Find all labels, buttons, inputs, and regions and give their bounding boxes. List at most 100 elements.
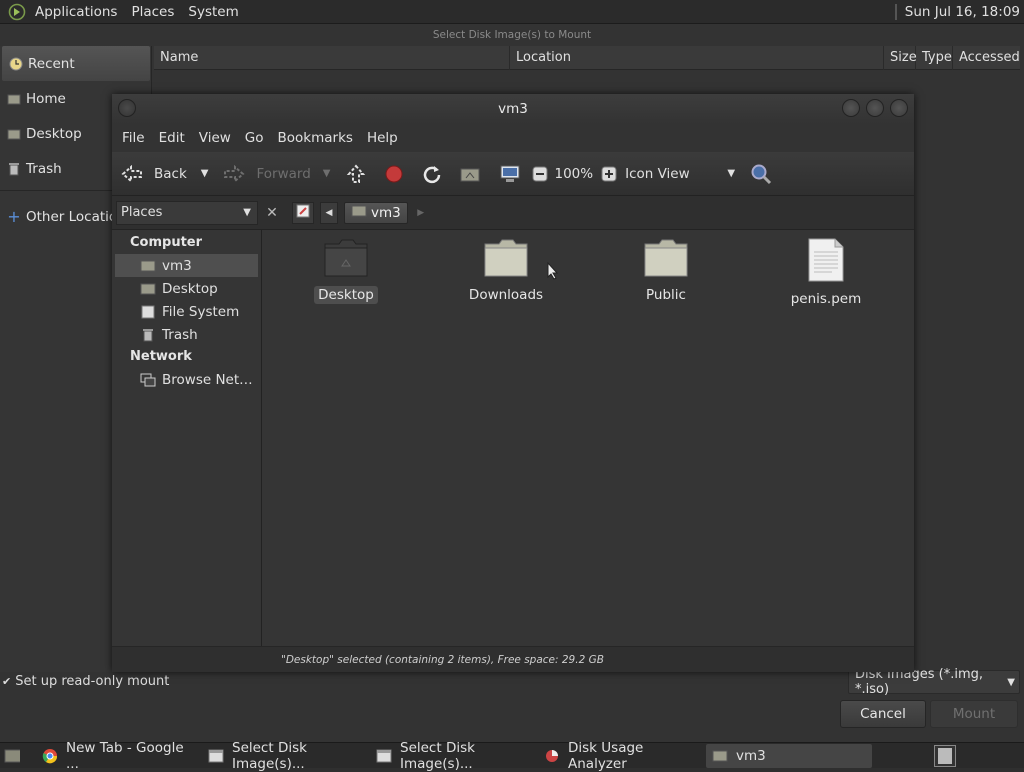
column-accessed[interactable]: Accessed (953, 46, 1020, 70)
search-button[interactable] (749, 158, 773, 190)
file-type-filter[interactable]: Disk Images (*.img, *.iso) ▼ (848, 667, 1020, 697)
maximize-button[interactable] (866, 99, 884, 117)
path-scroll-right-button[interactable]: ▶ (414, 208, 428, 218)
computer-button[interactable] (498, 158, 522, 190)
plus-icon: + (7, 207, 21, 226)
system-menu[interactable]: System (181, 4, 245, 20)
sidebar-item-label: Recent (28, 55, 75, 72)
back-label: Back (154, 165, 187, 182)
desktop-folder-icon (140, 281, 156, 297)
file-item-label: Downloads (468, 287, 544, 303)
menu-file[interactable]: File (115, 130, 152, 146)
forward-button[interactable]: Forward (222, 158, 311, 190)
stop-button[interactable] (382, 158, 406, 190)
sidebar-item-browse-network[interactable]: Browse Net… (112, 368, 261, 391)
workspace-switcher[interactable] (934, 744, 956, 767)
file-item-desktop[interactable]: Desktop (286, 238, 406, 304)
drive-icon (140, 304, 156, 320)
column-location[interactable]: Location (510, 45, 884, 70)
places-menu[interactable]: Places (124, 4, 181, 20)
status-bar: "Desktop" selected (containing 2 items),… (112, 646, 914, 672)
menu-edit[interactable]: Edit (152, 130, 192, 146)
path-scroll-left-button[interactable]: ◀ (320, 201, 338, 224)
edit-location-button[interactable] (292, 201, 314, 224)
toolbar: Back ▼ Forward ▼ 100% Icon View ▼ (112, 152, 914, 196)
sidebar-item-label: Browse Net… (162, 371, 253, 388)
workspace-1[interactable] (938, 747, 952, 764)
chevron-down-icon: ▼ (322, 168, 331, 179)
taskbar: New Tab - Google ... Select Disk Image(s… (0, 740, 1024, 772)
zoom-in-button[interactable] (597, 158, 621, 190)
readonly-checkbox[interactable]: ✔ Set up read-only mount (2, 674, 169, 689)
file-item-label: Desktop (314, 286, 378, 304)
task-vm3[interactable]: vm3 (706, 743, 872, 768)
view-mode-value: Icon View (625, 165, 690, 182)
sidebar-item-trash[interactable]: Trash (112, 323, 261, 346)
sidebar-item-label: Desktop (26, 125, 82, 142)
file-view[interactable]: Desktop Downloads Public penis.pem (262, 230, 914, 646)
search-icon (749, 162, 773, 186)
show-desktop-button[interactable] (0, 744, 24, 768)
breadcrumb-vm3[interactable]: vm3 (344, 201, 408, 224)
home-folder-icon (712, 748, 728, 764)
zoom-level[interactable]: 100% (554, 158, 593, 190)
zoom-out-button[interactable] (528, 158, 552, 190)
sidebar-item-label: Desktop (162, 280, 218, 297)
window-titlebar[interactable]: vm3 (112, 94, 914, 124)
window-title: vm3 (498, 101, 528, 117)
column-size[interactable]: Size (884, 45, 917, 70)
sidebar-item-label: File System (162, 303, 240, 320)
close-sidebar-icon[interactable]: ✕ (262, 203, 282, 223)
reload-button[interactable] (420, 158, 444, 190)
menu-view[interactable]: View (192, 130, 238, 146)
pencil-icon (296, 204, 310, 222)
window-menu-icon[interactable] (118, 99, 136, 117)
back-history-dropdown[interactable]: ▼ (201, 158, 209, 190)
home-folder-icon (458, 162, 482, 186)
top-panel: Applications Places System Sun Jul 16, 1… (0, 0, 1024, 24)
task-select-disk-image-1[interactable]: Select Disk Image(s)... (202, 740, 370, 772)
file-item-penis-pem[interactable]: penis.pem (766, 238, 886, 308)
forward-history-dropdown[interactable]: ▼ (323, 158, 331, 190)
home-folder-icon (6, 91, 22, 107)
up-arrow-icon (344, 162, 368, 186)
task-select-disk-image-2[interactable]: Select Disk Image(s)... (370, 740, 538, 772)
text-file-icon (807, 238, 845, 286)
column-name[interactable]: Name (154, 45, 510, 70)
up-button[interactable] (344, 158, 368, 190)
chevron-down-icon: ▼ (1007, 676, 1015, 688)
sidebar-type-select[interactable]: Places ▼ (116, 200, 258, 225)
back-button[interactable]: Back (120, 158, 187, 190)
file-list-header: Name Location Size Type Accessed (154, 45, 1020, 70)
dialog-title: Select Disk Image(s) to Mount (432, 29, 592, 41)
task-disk-usage-analyzer[interactable]: Disk Usage Analyzer (538, 740, 706, 772)
sidebar-item-vm3[interactable]: vm3 (115, 254, 258, 277)
menu-help[interactable]: Help (360, 130, 405, 146)
main-menu-logo-icon[interactable] (6, 1, 28, 23)
applications-menu[interactable]: Applications (28, 4, 124, 20)
clock-icon (8, 56, 24, 72)
sidebar-item-desktop[interactable]: Desktop (112, 277, 261, 300)
home-button[interactable] (458, 158, 482, 190)
readonly-label: Set up read-only mount (15, 674, 170, 689)
menu-go[interactable]: Go (238, 130, 271, 146)
reload-icon (420, 162, 444, 186)
task-label: Select Disk Image(s)... (232, 739, 307, 772)
task-label: New Tab - Google ... (66, 739, 184, 772)
task-chrome[interactable]: New Tab - Google ... (36, 740, 202, 772)
clock[interactable]: Sun Jul 16, 18:09 (894, 0, 1020, 24)
location-bar: Places ▼ ✕ ◀ vm3 ▶ (112, 196, 914, 230)
mount-button[interactable]: Mount (930, 700, 1018, 728)
cancel-button[interactable]: Cancel (840, 700, 926, 728)
close-button[interactable] (890, 99, 908, 117)
sidebar-item-recent[interactable]: Recent (2, 46, 150, 81)
column-type[interactable]: Type (916, 45, 953, 70)
chevron-down-icon: ▼ (243, 207, 251, 218)
file-item-public[interactable]: Public (606, 238, 726, 304)
task-label: vm3 (736, 747, 766, 764)
view-mode-select[interactable]: Icon View ▼ (625, 158, 735, 190)
trash-icon (140, 327, 156, 343)
menu-bookmarks[interactable]: Bookmarks (271, 130, 360, 146)
sidebar-item-file-system[interactable]: File System (112, 300, 261, 323)
minimize-button[interactable] (842, 99, 860, 117)
